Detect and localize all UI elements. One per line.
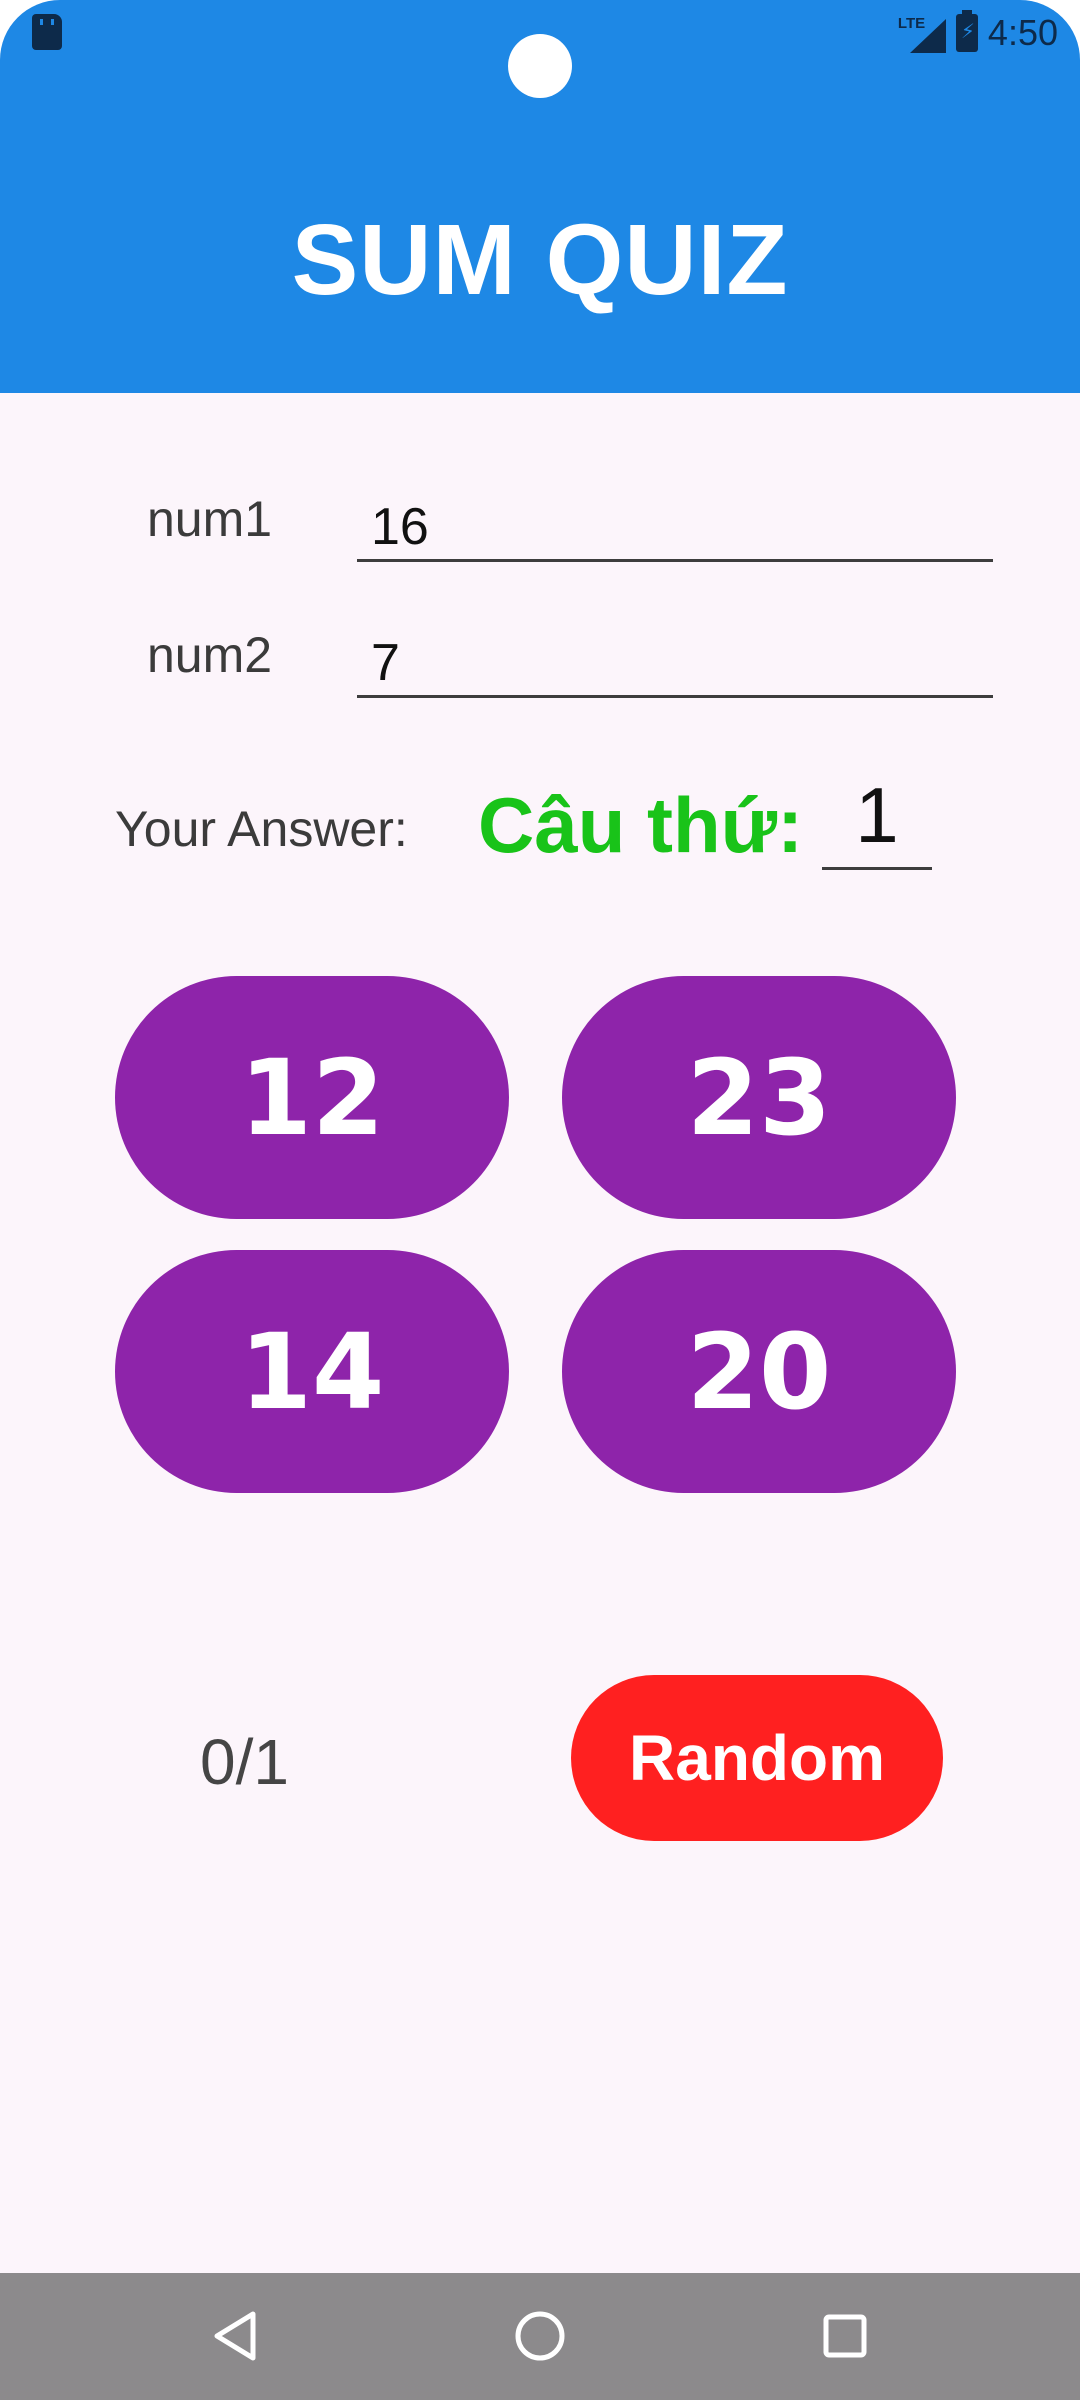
option-button-1[interactable]: 12	[115, 976, 509, 1219]
random-button[interactable]: Random	[571, 1675, 943, 1841]
status-time: 4:50	[987, 12, 1058, 53]
sd-card-icon	[32, 14, 62, 50]
battery-charging-icon: ⚡	[955, 10, 978, 52]
status-bar-right: LTE ⚡ 4:50	[898, 8, 1058, 58]
question-label: Câu thứ:	[478, 781, 804, 869]
your-answer-label: Your Answer:	[115, 801, 408, 857]
signal-icon: LTE	[898, 13, 946, 53]
app-bar: LTE ⚡ 4:50 SUM QUIZ	[0, 0, 1080, 393]
recents-icon[interactable]	[800, 2291, 890, 2381]
question-number-field[interactable]: 1	[822, 765, 932, 870]
score-text: 0/1	[200, 1726, 289, 1798]
option-button-4[interactable]: 20	[562, 1250, 956, 1493]
num1-field[interactable]: 16	[357, 492, 993, 562]
camera-cutout	[508, 34, 572, 98]
navigation-bar	[0, 2273, 1080, 2400]
option-button-3[interactable]: 14	[115, 1250, 509, 1493]
home-icon[interactable]	[495, 2291, 585, 2381]
page-title: SUM QUIZ	[291, 204, 789, 316]
screen: LTE ⚡ 4:50 SUM QUIZ num1 16 num2 7 Your …	[0, 0, 1080, 2400]
back-icon[interactable]	[190, 2291, 280, 2381]
option-button-2[interactable]: 23	[562, 976, 956, 1219]
num2-field[interactable]: 7	[357, 628, 993, 698]
num2-label: num2	[147, 627, 273, 683]
num1-label: num1	[147, 491, 273, 547]
